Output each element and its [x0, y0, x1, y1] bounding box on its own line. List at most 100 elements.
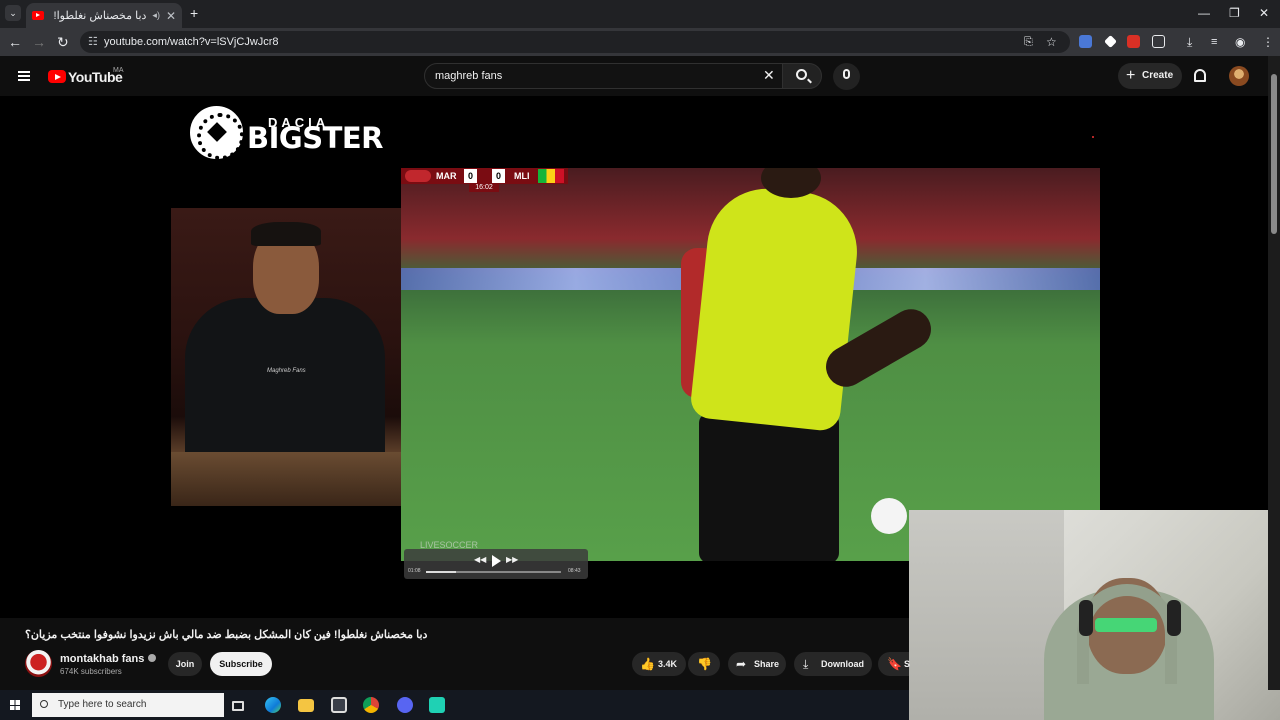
- address-bar[interactable]: ☷ youtube.com/watch?v=lSVjCJwJcr8: [80, 31, 1070, 53]
- create-label: Create: [1142, 70, 1174, 81]
- team-home: MAR: [436, 171, 457, 181]
- search-value: maghreb fans: [435, 70, 503, 82]
- voice-search-button[interactable]: [833, 63, 860, 90]
- windows-start-icon[interactable]: [10, 700, 20, 710]
- forward-icon: ▶▶: [506, 555, 519, 564]
- mini-time-total: 08:43: [568, 568, 581, 574]
- tab-search-icon[interactable]: ≡: [1211, 34, 1217, 50]
- create-button[interactable]: + Create: [1118, 63, 1182, 89]
- restore-button[interactable]: ❐: [1229, 6, 1240, 20]
- share-icon: ➦: [736, 657, 747, 671]
- download-icon[interactable]: ⤓: [1187, 34, 1192, 50]
- discord-icon[interactable]: [397, 697, 413, 713]
- streamer-hood: [1077, 584, 1177, 684]
- close-window-button[interactable]: ✕: [1259, 6, 1269, 20]
- app-icon[interactable]: [429, 697, 445, 713]
- thumbs-up-icon: 👍: [640, 657, 655, 671]
- search-button[interactable]: [782, 63, 822, 89]
- subscriber-count: 674K subscribers: [60, 667, 122, 676]
- clear-search-icon[interactable]: ✕: [763, 67, 775, 83]
- store-icon[interactable]: [331, 697, 347, 713]
- mali-flag-icon: [538, 169, 564, 183]
- youtube-header: YouTube MA maghreb fans ✕ + Create: [0, 56, 1280, 96]
- taskbar-search-icon: [40, 700, 48, 708]
- notifications-bell-icon[interactable]: [1194, 69, 1206, 82]
- taskbar-search-input[interactable]: Type here to search: [32, 693, 224, 717]
- football-logo-icon: [190, 106, 244, 160]
- dislike-button[interactable]: 👎: [688, 652, 720, 676]
- translate-icon[interactable]: [1079, 35, 1092, 48]
- chrome-icon[interactable]: [363, 697, 379, 713]
- extension-icon[interactable]: [1104, 35, 1117, 48]
- score-away: 0: [492, 169, 505, 183]
- tab-list-button[interactable]: ⌄: [5, 5, 21, 21]
- menu-icon[interactable]: ⋮: [1262, 34, 1274, 50]
- match-footage: [401, 168, 1100, 561]
- play-icon: [492, 555, 501, 567]
- puzzle-icon[interactable]: [1152, 35, 1165, 48]
- account-avatar[interactable]: [1229, 66, 1249, 86]
- verified-badge-icon: [148, 654, 157, 662]
- back-icon[interactable]: ←: [8, 34, 22, 50]
- new-tab-button[interactable]: +: [190, 5, 198, 21]
- hamburger-menu-icon[interactable]: [18, 71, 30, 81]
- referee-shorts: [699, 413, 839, 561]
- windows-taskbar: Type here to search: [0, 690, 909, 720]
- install-icon[interactable]: ⎘: [1024, 34, 1033, 50]
- channel-name[interactable]: montakhab fans: [60, 653, 157, 665]
- bookmark-icon: 🔖: [887, 657, 902, 671]
- share-button[interactable]: ➦ Share: [728, 652, 786, 676]
- embedded-player-controls: ◀◀ ▶▶ 01:08 08:43: [404, 549, 588, 579]
- plus-icon: +: [1126, 67, 1136, 84]
- bookmark-star-icon[interactable]: ☆: [1046, 34, 1057, 50]
- scrollbar-thumb[interactable]: [1271, 74, 1277, 234]
- search-input[interactable]: maghreb fans: [424, 63, 784, 89]
- tab-close-icon[interactable]: ✕: [166, 9, 176, 23]
- score-home: 0: [464, 169, 477, 183]
- join-button[interactable]: Join: [168, 652, 202, 676]
- channel-name-text: montakhab fans: [60, 653, 145, 665]
- youtube-favicon-icon: [32, 11, 44, 20]
- host-hoodie: [185, 298, 385, 468]
- search-icon: [796, 69, 807, 80]
- streamer-webcam: [909, 510, 1280, 720]
- page-scrollbar[interactable]: [1268, 56, 1280, 690]
- headset-left: [1079, 600, 1093, 636]
- file-explorer-icon[interactable]: [298, 699, 314, 712]
- rewind-icon: ◀◀: [474, 555, 487, 564]
- sponsor-brand: BIGSTER: [247, 121, 384, 155]
- join-label: Join: [175, 659, 195, 669]
- download-button[interactable]: ⤓ Download: [794, 652, 872, 676]
- tab-title: دبا مخصناش نغلطوا! فين كا...: [50, 10, 147, 22]
- wall-shadow: [909, 510, 1064, 720]
- profile-icon[interactable]: ◉: [1235, 34, 1245, 50]
- subscribe-button[interactable]: Subscribe: [210, 652, 272, 676]
- youtube-logo-icon[interactable]: [48, 70, 66, 83]
- channel-avatar[interactable]: [25, 650, 52, 677]
- like-button[interactable]: 👍 3.4K: [632, 652, 686, 676]
- browser-toolbar: ← → ↻ ☷ youtube.com/watch?v=lSVjCJwJcr8 …: [0, 28, 1280, 56]
- host-camera-feed: Maghreb Fans: [171, 208, 401, 506]
- region-code: MA: [113, 67, 124, 74]
- minimize-button[interactable]: —: [1198, 6, 1210, 20]
- subscribe-label: Subscribe: [219, 659, 263, 669]
- headset-right: [1167, 600, 1181, 636]
- share-label: Share: [754, 659, 780, 669]
- scoreboard: MAR 0 0 MLI 16:02: [401, 168, 568, 192]
- edge-icon[interactable]: [265, 697, 281, 713]
- site-info-icon[interactable]: ☷: [88, 31, 98, 53]
- forward-icon[interactable]: →: [32, 34, 46, 50]
- extension-red-icon[interactable]: [1127, 35, 1140, 48]
- morocco-flag-icon: [405, 170, 431, 182]
- match-clock: 16:02: [469, 183, 499, 192]
- browser-tab-active[interactable]: دبا مخصناش نغلطوا! فين كا... ◂) ✕: [26, 3, 182, 28]
- save-button[interactable]: 🔖 S: [878, 652, 910, 676]
- mini-time-elapsed: 01:08: [408, 568, 421, 574]
- microphone-icon: [843, 69, 850, 79]
- like-count: 3.4K: [658, 659, 678, 669]
- task-view-icon[interactable]: [232, 701, 244, 711]
- reload-icon[interactable]: ↻: [57, 34, 69, 50]
- speaker-icon: ◂): [152, 10, 160, 20]
- thumbs-down-icon: 👎: [697, 657, 712, 671]
- taskbar-search-placeholder: Type here to search: [58, 699, 147, 710]
